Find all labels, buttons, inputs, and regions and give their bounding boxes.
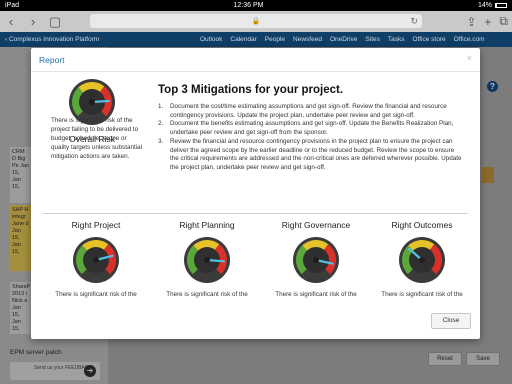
ios-status-bar: iPad 12:36 PM 14% bbox=[0, 0, 512, 11]
battery-label: 14% bbox=[477, 2, 492, 9]
category-description: There is significant risk of the bbox=[275, 291, 357, 298]
gauge-hub bbox=[419, 257, 425, 263]
app-name: Complexus Innovation Platform bbox=[8, 36, 100, 43]
category-description: There is significant risk of the bbox=[381, 291, 463, 298]
background-accent-tab bbox=[482, 167, 494, 183]
risk-gauge bbox=[398, 236, 446, 284]
suite-bar: ‹ Complexus Innovation Platform Outlook … bbox=[0, 32, 512, 47]
category-right-outcomes: Right Outcomes There is significant risk… bbox=[367, 220, 477, 298]
new-tab-icon[interactable]: + bbox=[484, 15, 491, 29]
background-card: SAP H integr Jane d Jan 15, Jan 15, bbox=[10, 205, 32, 271]
feedback-button[interactable]: Send us your FEEDBACK ➜ bbox=[10, 362, 100, 380]
category-right-planning: Right Planning There is significant risk… bbox=[152, 220, 262, 298]
reset-button[interactable]: Reset bbox=[428, 352, 462, 366]
save-button[interactable]: Save bbox=[466, 352, 500, 366]
suite-links: Outlook Calendar People Newsfeed OneDriv… bbox=[200, 32, 485, 47]
suite-link-calendar[interactable]: Calendar bbox=[230, 36, 256, 43]
category-title: Right Governance bbox=[281, 220, 351, 230]
suite-link-outlook[interactable]: Outlook bbox=[200, 36, 222, 43]
arrow-right-icon: ➜ bbox=[84, 365, 96, 377]
risk-categories: Right Project There is significant risk … bbox=[31, 220, 480, 300]
address-bar[interactable]: 🔒 ↻ bbox=[90, 14, 422, 28]
close-button[interactable]: Close bbox=[431, 313, 471, 329]
category-description: There is significant risk of the bbox=[166, 291, 248, 298]
gauge-hub bbox=[204, 257, 210, 263]
category-title: Right Planning bbox=[179, 220, 235, 230]
risk-gauge bbox=[292, 236, 340, 284]
status-right: 14% bbox=[478, 2, 507, 9]
device-label: iPad bbox=[5, 2, 20, 9]
mitigations-title: Top 3 Mitigations for your project. bbox=[158, 84, 344, 96]
category-right-project: Right Project There is significant risk … bbox=[41, 220, 151, 298]
mitigation-item: 2. Document the benefits estimating assum… bbox=[158, 120, 454, 137]
background-item-title: EPM server patch bbox=[10, 349, 62, 356]
risk-gauge bbox=[183, 236, 231, 284]
modal-header: Report × bbox=[31, 48, 480, 72]
suite-link-tasks[interactable]: Tasks bbox=[388, 36, 405, 43]
suite-link-onedrive[interactable]: OneDrive bbox=[330, 36, 357, 43]
category-title: Right Outcomes bbox=[391, 220, 453, 230]
suite-link-office-store[interactable]: Office store bbox=[413, 36, 446, 43]
battery-icon bbox=[495, 3, 507, 8]
close-icon[interactable]: × bbox=[467, 53, 472, 63]
mitigation-text: Review the financial and resource contin… bbox=[170, 137, 462, 171]
suite-link-office-com[interactable]: Office.com bbox=[454, 36, 485, 43]
category-right-governance: Right Governance There is significant ri… bbox=[261, 220, 371, 298]
app-name-link[interactable]: ‹ Complexus Innovation Platform bbox=[5, 36, 99, 43]
overall-risk-description: There is significant risk of the project… bbox=[51, 117, 143, 160]
reload-icon[interactable]: ↻ bbox=[410, 14, 418, 28]
gauge-hub bbox=[313, 257, 319, 263]
category-description: There is significant risk of the bbox=[55, 291, 137, 298]
suite-link-sites[interactable]: Sites bbox=[365, 36, 379, 43]
risk-gauge bbox=[72, 236, 120, 284]
mitigation-text: Document the benefits estimating assumpt… bbox=[170, 120, 454, 137]
background-card: CRM D Big Pe Jan 15, Jan 15, bbox=[10, 147, 32, 203]
forward-icon[interactable]: › bbox=[22, 11, 44, 32]
report-modal: Report × Overall Risk There is significa… bbox=[31, 48, 480, 339]
back-icon[interactable]: ‹ bbox=[0, 11, 22, 32]
browser-actions: ⇪ + ⧉ bbox=[466, 11, 508, 32]
suite-link-people[interactable]: People bbox=[265, 36, 285, 43]
tabs-icon[interactable]: ⧉ bbox=[499, 14, 508, 29]
modal-title: Report bbox=[39, 55, 65, 65]
share-icon[interactable]: ⇪ bbox=[466, 15, 476, 29]
background-card: ShareP 2013 i Nick a Jan 15, Jan 15, bbox=[10, 282, 32, 334]
clock: 12:36 PM bbox=[233, 2, 264, 9]
category-title: Right Project bbox=[71, 220, 121, 230]
mitigations-list: 1. Document the cost/time estimating assu… bbox=[158, 103, 463, 173]
divider bbox=[43, 213, 468, 214]
mitigation-item: 1. Document the cost/time estimating assu… bbox=[158, 103, 447, 119]
mitigation-item: 3. Review the financial and resource cont… bbox=[158, 137, 462, 171]
help-icon[interactable]: ? bbox=[487, 81, 498, 92]
gauge-hub bbox=[93, 257, 99, 263]
mitigation-text: Document the cost/time estimating assump… bbox=[170, 103, 447, 119]
bookmarks-icon[interactable]: ▢ bbox=[44, 11, 66, 32]
lock-icon: 🔒 bbox=[251, 18, 261, 25]
suite-link-newsfeed[interactable]: Newsfeed bbox=[293, 36, 322, 43]
browser-toolbar: ‹ › ▢ 🔒 ↻ ⇪ + ⧉ bbox=[0, 11, 512, 32]
gauge-hub bbox=[89, 99, 95, 105]
